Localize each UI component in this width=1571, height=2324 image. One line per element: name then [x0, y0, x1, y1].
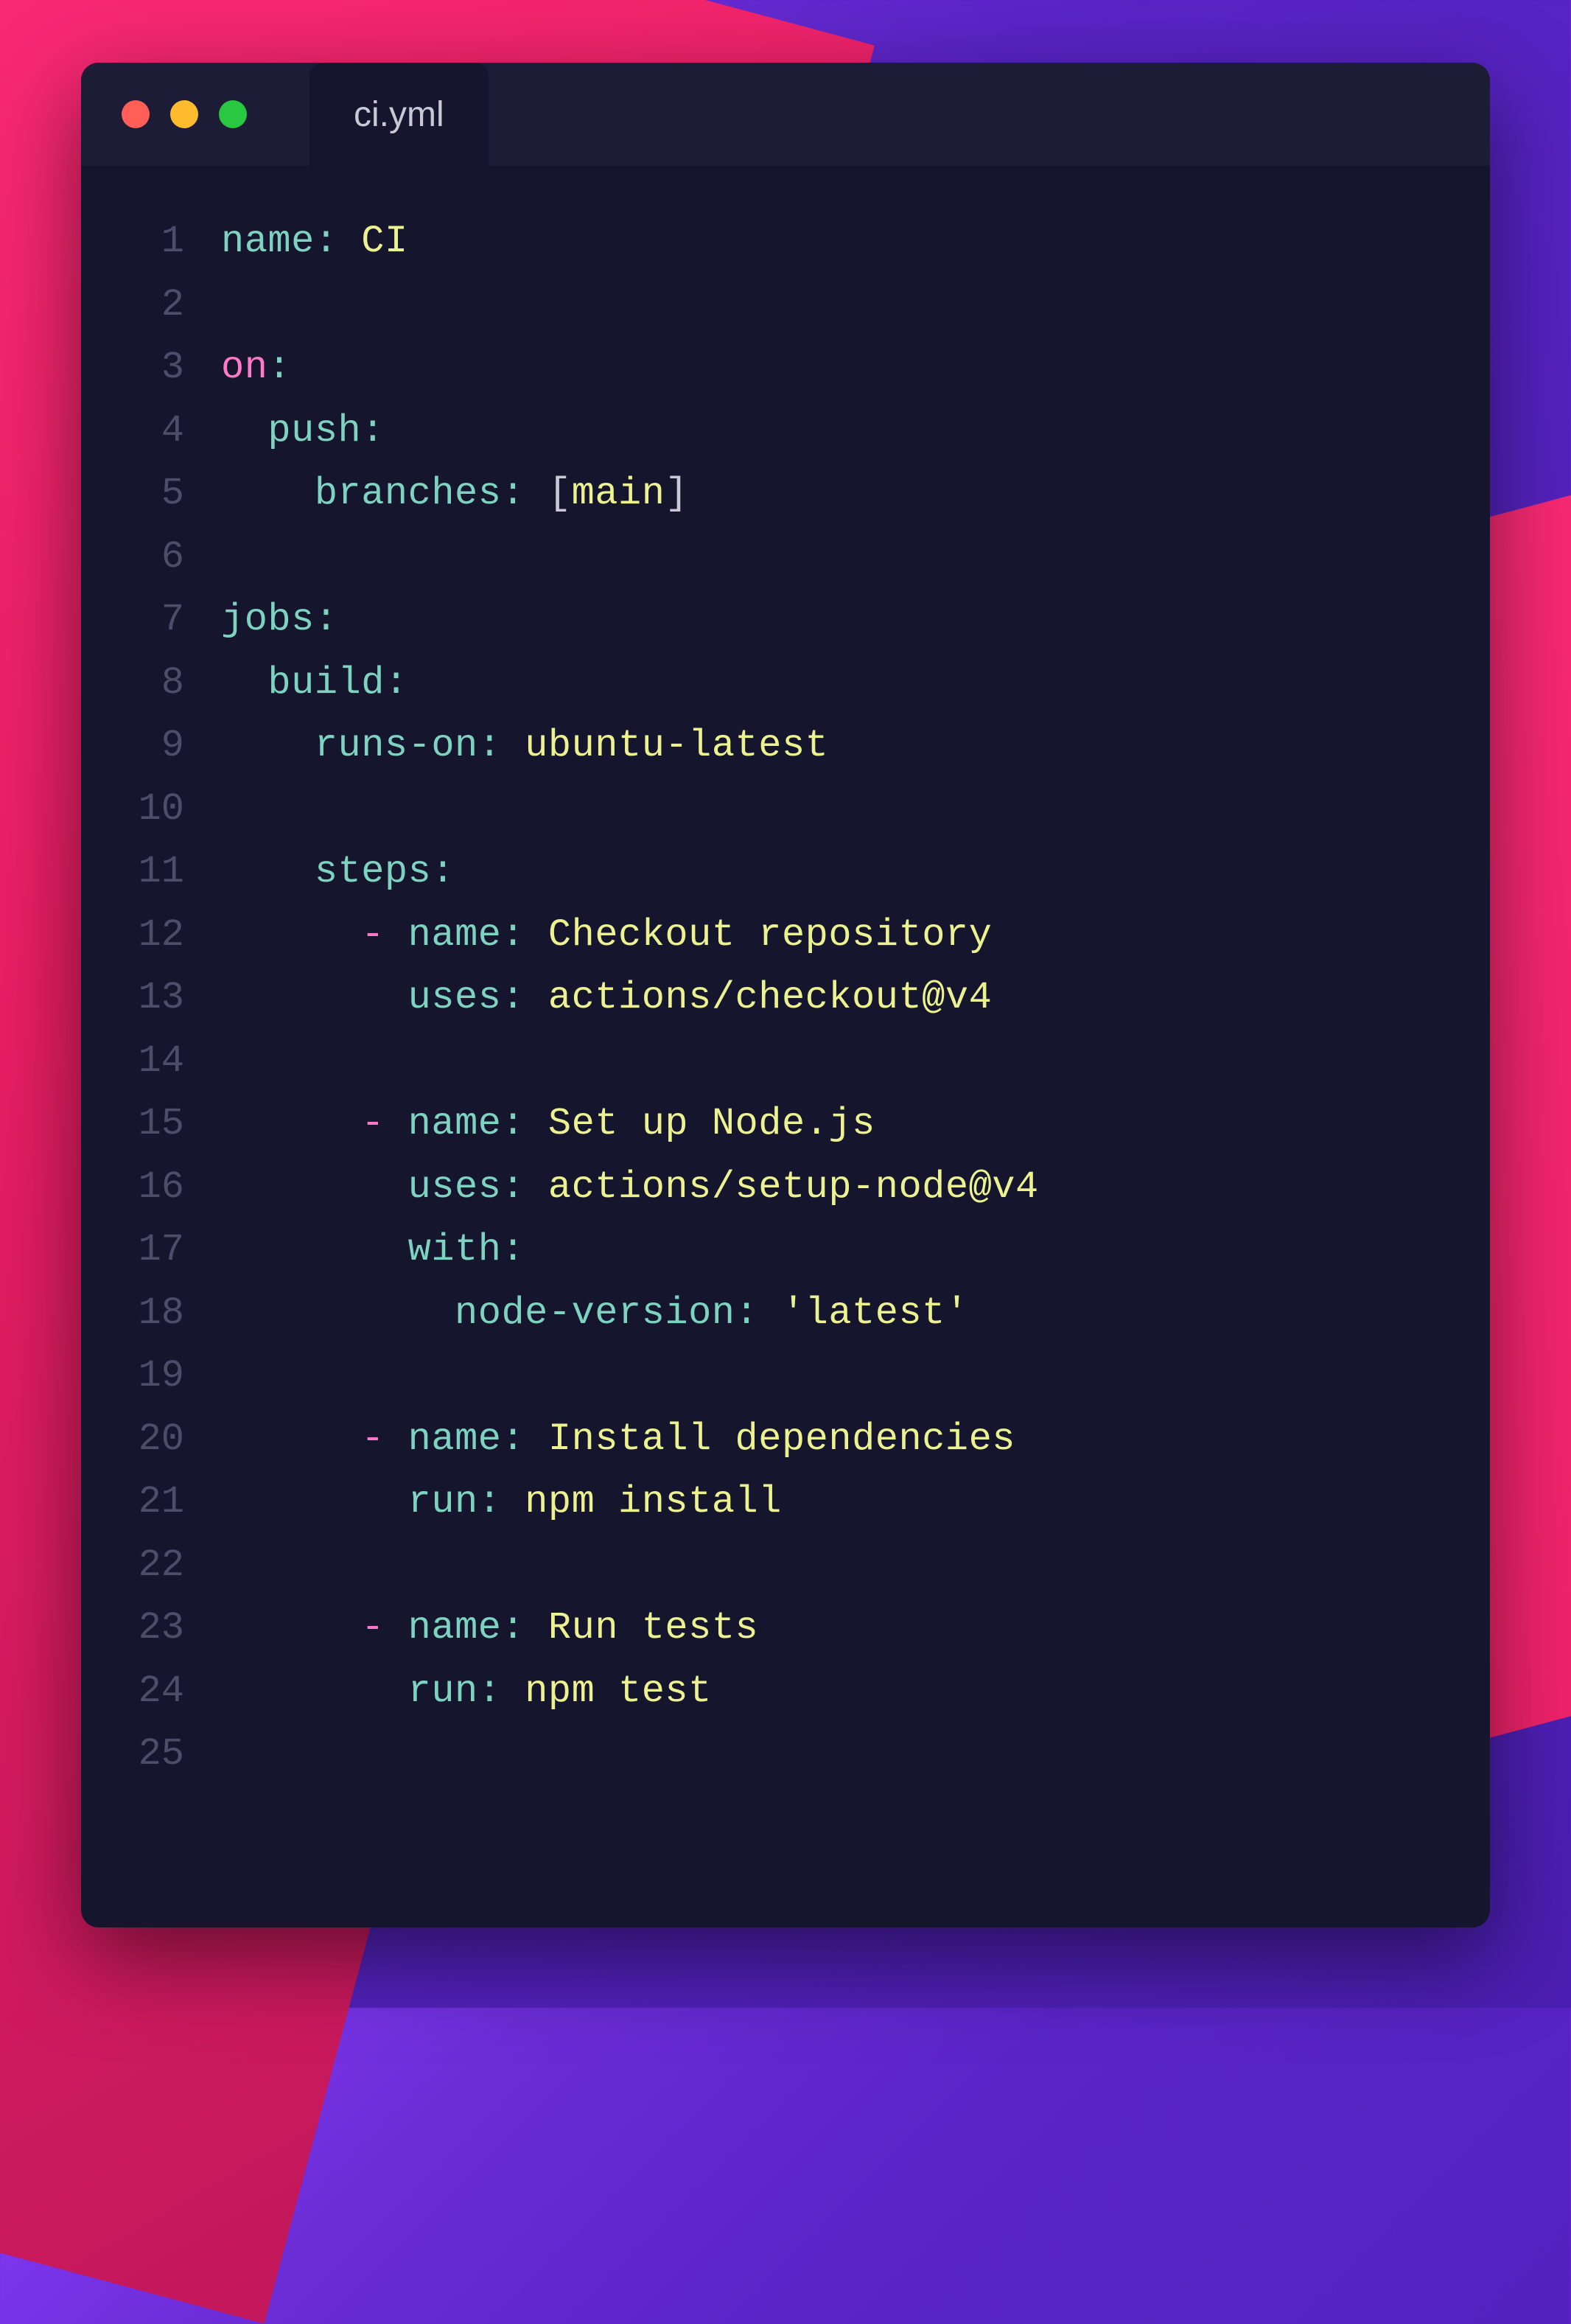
code-line: 19 — [118, 1344, 1490, 1408]
code-line: 14 — [118, 1030, 1490, 1093]
line-content: build: — [184, 652, 408, 715]
code-line: 16 uses: actions/setup-node@v4 — [118, 1156, 1490, 1219]
code-line: 22 — [118, 1534, 1490, 1597]
line-content: - name: Checkout repository — [184, 904, 992, 967]
line-content: name: CI — [184, 210, 408, 273]
code-line: 9 runs-on: ubuntu-latest — [118, 714, 1490, 778]
file-tab[interactable]: ci.yml — [309, 63, 489, 166]
code-line: 11 steps: — [118, 840, 1490, 904]
code-line: 10 — [118, 778, 1490, 841]
line-number: 4 — [118, 399, 184, 463]
line-content: - name: Set up Node.js — [184, 1092, 875, 1156]
line-content: run: npm install — [184, 1470, 782, 1534]
code-line: 21 run: npm install — [118, 1470, 1490, 1534]
line-content: uses: actions/setup-node@v4 — [184, 1156, 1039, 1219]
code-line: 5 branches: [main] — [118, 462, 1490, 526]
code-line: 12 - name: Checkout repository — [118, 904, 1490, 967]
line-number: 6 — [118, 526, 184, 589]
line-number: 25 — [118, 1723, 184, 1786]
line-number: 5 — [118, 462, 184, 526]
line-number: 13 — [118, 966, 184, 1030]
maximize-button[interactable] — [219, 100, 247, 128]
line-content: with: — [184, 1218, 525, 1282]
code-line: 1name: CI — [118, 210, 1490, 273]
line-content: - name: Install dependencies — [184, 1408, 1015, 1471]
line-content: runs-on: ubuntu-latest — [184, 714, 828, 778]
line-number: 2 — [118, 273, 184, 337]
line-content: - name: Run tests — [184, 1597, 758, 1660]
line-number: 20 — [118, 1408, 184, 1471]
line-number: 10 — [118, 778, 184, 841]
line-content: steps: — [184, 840, 455, 904]
line-number: 17 — [118, 1218, 184, 1282]
line-number: 7 — [118, 588, 184, 652]
line-content: branches: [main] — [184, 462, 688, 526]
line-content: push: — [184, 399, 385, 463]
line-number: 23 — [118, 1597, 184, 1660]
code-area[interactable]: 1name: CI23on:4 push:5 branches: [main]6… — [81, 166, 1490, 1830]
line-number: 1 — [118, 210, 184, 273]
code-line: 8 build: — [118, 652, 1490, 715]
code-line: 3on: — [118, 336, 1490, 399]
code-line: 2 — [118, 273, 1490, 337]
line-number: 21 — [118, 1470, 184, 1534]
line-content: on: — [184, 336, 291, 399]
code-line: 24 run: npm test — [118, 1660, 1490, 1723]
line-number: 14 — [118, 1030, 184, 1093]
code-line: 15 - name: Set up Node.js — [118, 1092, 1490, 1156]
line-number: 24 — [118, 1660, 184, 1723]
line-content: run: npm test — [184, 1660, 712, 1723]
code-line: 20 - name: Install dependencies — [118, 1408, 1490, 1471]
line-content: node-version: 'latest' — [184, 1282, 969, 1345]
line-number: 8 — [118, 652, 184, 715]
code-line: 13 uses: actions/checkout@v4 — [118, 966, 1490, 1030]
tab-filename: ci.yml — [354, 94, 444, 135]
line-content: uses: actions/checkout@v4 — [184, 966, 992, 1030]
code-line: 23 - name: Run tests — [118, 1597, 1490, 1660]
line-number: 22 — [118, 1534, 184, 1597]
line-number: 12 — [118, 904, 184, 967]
code-line: 6 — [118, 526, 1490, 589]
editor-window: ci.yml 1name: CI23on:4 push:5 branches: … — [81, 63, 1490, 1927]
code-line: 18 node-version: 'latest' — [118, 1282, 1490, 1345]
code-line: 4 push: — [118, 399, 1490, 463]
line-number: 16 — [118, 1156, 184, 1219]
code-line: 25 — [118, 1723, 1490, 1786]
line-number: 11 — [118, 840, 184, 904]
line-content: jobs: — [184, 588, 338, 652]
minimize-button[interactable] — [170, 100, 198, 128]
line-number: 9 — [118, 714, 184, 778]
code-line: 17 with: — [118, 1218, 1490, 1282]
line-number: 15 — [118, 1092, 184, 1156]
title-bar: ci.yml — [81, 63, 1490, 166]
code-line: 7jobs: — [118, 588, 1490, 652]
close-button[interactable] — [122, 100, 150, 128]
line-number: 18 — [118, 1282, 184, 1345]
line-number: 3 — [118, 336, 184, 399]
traffic-lights — [122, 100, 247, 128]
line-number: 19 — [118, 1344, 184, 1408]
